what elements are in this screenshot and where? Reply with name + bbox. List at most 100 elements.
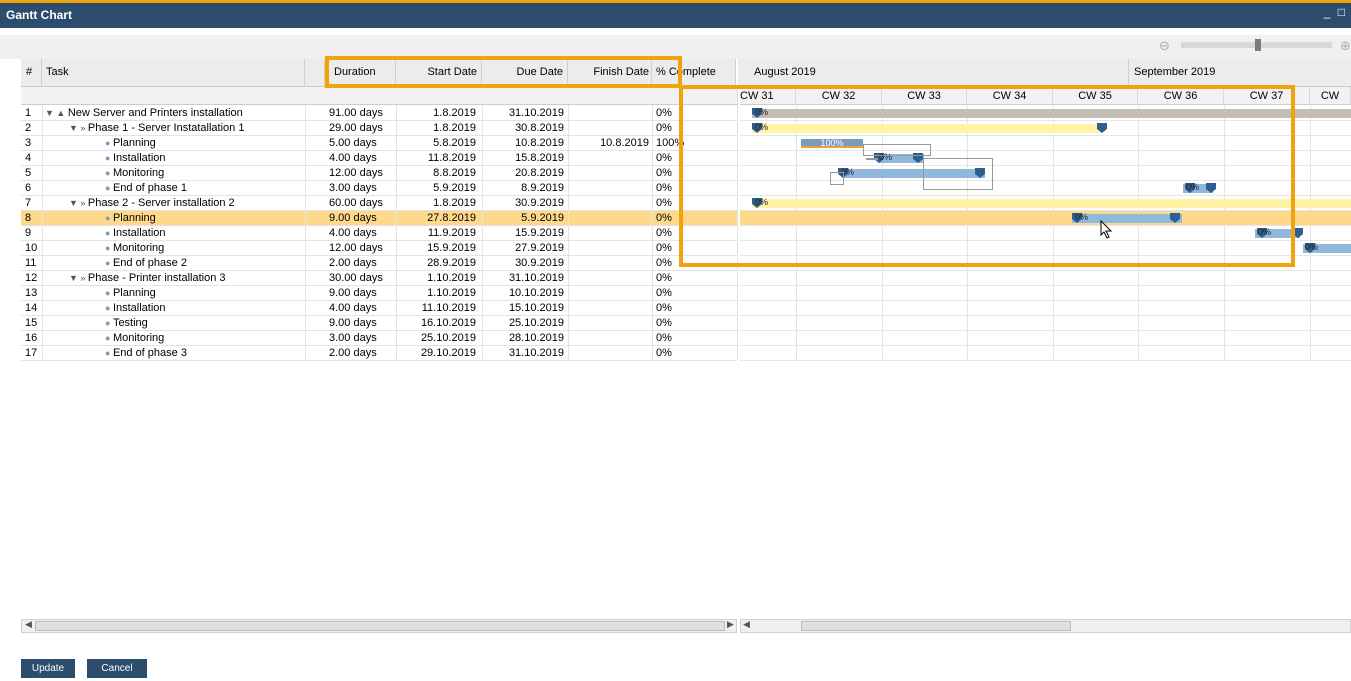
tree-toggle-icon[interactable]: ●	[105, 333, 113, 343]
col-header-num[interactable]: #	[21, 59, 42, 87]
table-row[interactable]: 14 ● Installation 4.00 days 11.10.2019 15.10…	[21, 301, 737, 316]
zoom-in-icon[interactable]: ⊕	[1340, 38, 1351, 54]
task-name: ● End of phase 3	[105, 347, 187, 359]
duration-cell: 2.00 days	[329, 347, 377, 359]
finish-date-cell: 10.8.2019	[600, 137, 649, 149]
percent-complete-cell: 0%	[656, 302, 672, 314]
tree-toggle-icon[interactable]: ●	[105, 258, 113, 268]
start-date-cell: 15.9.2019	[427, 242, 476, 254]
zoom-slider-thumb[interactable]	[1255, 39, 1261, 51]
table-row[interactable]: 2 ▼ » Phase 1 - Server Instatallation 1 29…	[21, 121, 737, 136]
col-task-label: Task	[46, 66, 69, 78]
tree-toggle-icon[interactable]: ●	[105, 303, 113, 313]
grid-column-line	[396, 105, 397, 360]
due-date-cell: 27.9.2019	[515, 242, 564, 254]
tree-toggle-icon[interactable]: ●	[105, 213, 113, 223]
gantt-row[interactable]	[740, 346, 1351, 361]
task-label: End of phase 3	[112, 347, 187, 359]
gantt-row[interactable]	[740, 286, 1351, 301]
table-row[interactable]: 11 ● End of phase 2 2.00 days 28.9.2019 30.9…	[21, 256, 737, 271]
due-date-cell: 15.8.2019	[515, 152, 564, 164]
start-date-cell: 5.9.2019	[433, 182, 476, 194]
gantt-month-header: August 2019 September 2019	[738, 59, 1351, 87]
month-september: September 2019	[1134, 66, 1216, 78]
table-row[interactable]: 8 ● Planning 9.00 days 27.8.2019 5.9.2019 0%	[21, 211, 737, 226]
percent-complete-cell: 0%	[656, 317, 672, 329]
tree-toggle-icon[interactable]: ▼ »	[69, 198, 88, 208]
scroll-right-icon[interactable]: ▶	[727, 619, 734, 630]
window-controls[interactable]: _ □	[1324, 5, 1347, 19]
gantt-scroll-left-icon[interactable]: ◀	[743, 619, 750, 630]
due-date-cell: 31.10.2019	[508, 347, 564, 359]
duration-cell: 12.00 days	[329, 167, 383, 179]
row-number: 9	[25, 227, 32, 239]
tree-toggle-icon[interactable]: ●	[105, 228, 113, 238]
task-label: Testing	[112, 317, 148, 329]
task-label: Planning	[112, 137, 156, 149]
percent-complete-cell: 0%	[656, 212, 672, 224]
table-row[interactable]: 1 ▼ ▲ New Server and Printers installatio…	[21, 106, 737, 121]
duration-cell: 4.00 days	[329, 302, 377, 314]
gantt-row[interactable]	[740, 316, 1351, 331]
table-row[interactable]: 7 ▼ » Phase 2 - Server installation 2 60.0…	[21, 196, 737, 211]
row-number: 15	[25, 317, 38, 329]
row-number: 12	[25, 272, 38, 284]
due-date-cell: 30.9.2019	[515, 257, 564, 269]
table-row[interactable]: 10 ● Monitoring 12.00 days 15.9.2019 27.9.20…	[21, 241, 737, 256]
row-number: 7	[25, 197, 32, 209]
task-label: Phase 2 - Server installation 2	[87, 197, 235, 209]
tree-toggle-icon[interactable]: ●	[105, 318, 113, 328]
grid-column-line	[42, 105, 43, 360]
table-row[interactable]: 12 ▼ » Phase - Printer installation 3 30.0…	[21, 271, 737, 286]
gantt-row[interactable]	[740, 331, 1351, 346]
month-august: August 2019	[754, 66, 816, 78]
table-row[interactable]: 17 ● End of phase 3 2.00 days 29.10.2019 31.…	[21, 346, 737, 361]
zoom-out-icon[interactable]: ⊖	[1159, 38, 1170, 54]
percent-complete-cell: 0%	[656, 242, 672, 254]
table-row[interactable]: 5 ● Monitoring 12.00 days 8.8.2019 20.8.2019…	[21, 166, 737, 181]
col-header-task[interactable]: Task	[42, 59, 305, 87]
start-date-cell: 28.9.2019	[427, 257, 476, 269]
gantt-row[interactable]	[740, 301, 1351, 316]
table-row[interactable]: 13 ● Planning 9.00 days 1.10.2019 10.10.2019…	[21, 286, 737, 301]
row-number: 3	[25, 137, 32, 149]
table-row[interactable]: 4 ● Installation 4.00 days 11.8.2019 15.8.20…	[21, 151, 737, 166]
grid-column-line	[482, 105, 483, 360]
cancel-button[interactable]: Cancel	[87, 659, 147, 678]
table-row[interactable]: 3 ● Planning 5.00 days 5.8.2019 10.8.2019 10.…	[21, 136, 737, 151]
grid-column-line	[568, 105, 569, 360]
tree-toggle-icon[interactable]: ●	[105, 168, 113, 178]
task-label: Phase 1 - Server Instatallation 1	[87, 122, 245, 134]
tree-toggle-icon[interactable]: ▼ »	[69, 273, 88, 283]
task-label: Planning	[112, 287, 156, 299]
tree-toggle-icon[interactable]: ●	[105, 153, 113, 163]
tree-toggle-icon[interactable]: ●	[105, 288, 113, 298]
duration-cell: 4.00 days	[329, 152, 377, 164]
tree-toggle-icon[interactable]: ●	[105, 138, 113, 148]
grid-scroll-thumb[interactable]	[35, 621, 725, 631]
start-date-cell: 8.8.2019	[433, 167, 476, 179]
month-divider	[1128, 59, 1129, 87]
tree-toggle-icon[interactable]: ●	[105, 348, 113, 358]
due-date-cell: 25.10.2019	[508, 317, 564, 329]
table-row[interactable]: 9 ● Installation 4.00 days 11.9.2019 15.9.20…	[21, 226, 737, 241]
col-header-spacer	[305, 59, 325, 87]
tree-toggle-icon[interactable]: ▼ »	[69, 123, 88, 133]
percent-complete-cell: 0%	[656, 347, 672, 359]
row-number: 6	[25, 182, 32, 194]
tree-toggle-icon[interactable]: ●	[105, 243, 113, 253]
duration-cell: 9.00 days	[329, 287, 377, 299]
table-row[interactable]: 15 ● Testing 9.00 days 16.10.2019 25.10.2019…	[21, 316, 737, 331]
duration-cell: 91.00 days	[329, 107, 383, 119]
tree-toggle-icon[interactable]: ●	[105, 183, 113, 193]
gantt-row[interactable]	[740, 271, 1351, 286]
tree-toggle-icon[interactable]: ▼ ▲	[45, 108, 68, 118]
gantt-scroll-thumb[interactable]	[801, 621, 1071, 631]
start-date-cell: 27.8.2019	[427, 212, 476, 224]
table-row[interactable]: 16 ● Monitoring 3.00 days 25.10.2019 28.10.2…	[21, 331, 737, 346]
update-button[interactable]: Update	[21, 659, 75, 678]
scroll-left-icon[interactable]: ◀	[25, 619, 32, 630]
row-number: 11	[25, 257, 37, 269]
table-row[interactable]: 6 ● End of phase 1 3.00 days 5.9.2019 8.9.20…	[21, 181, 737, 196]
percent-complete-cell: 0%	[656, 287, 672, 299]
